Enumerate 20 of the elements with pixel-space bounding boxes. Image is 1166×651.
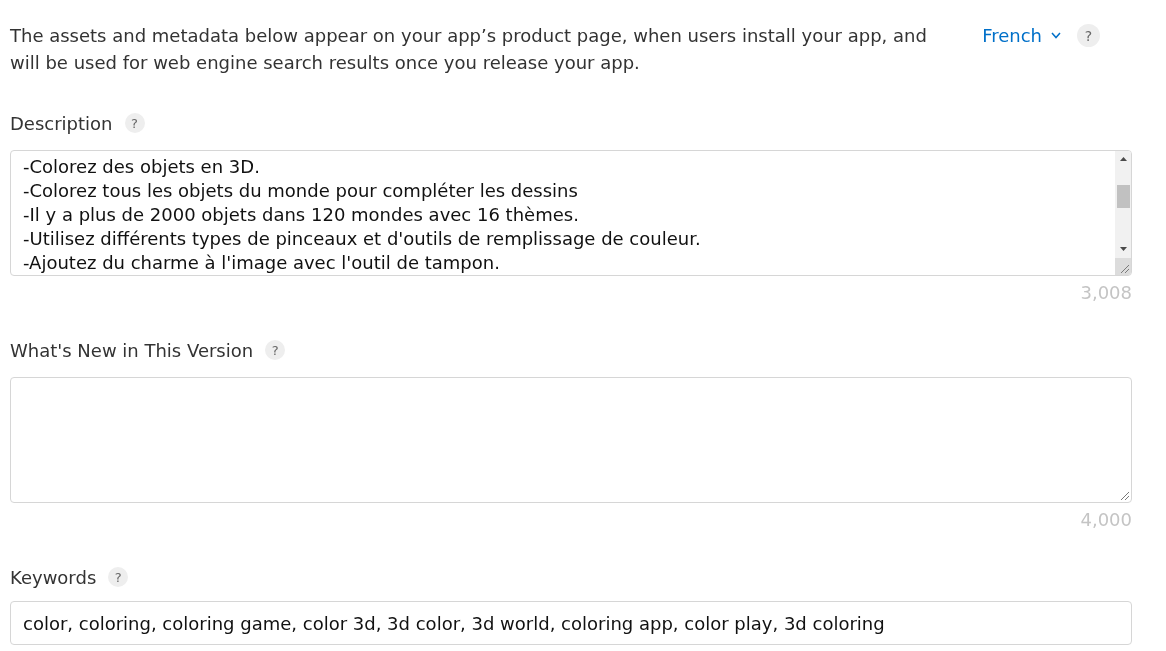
intro-text: The assets and metadata below appear on your app’s product page, when users install your app, and will be used for web engine search results once you release your app. xyxy=(10,24,928,75)
field-label: What's New in This Version xyxy=(10,339,254,361)
help-button[interactable]: ? xyxy=(108,567,129,587)
field-label: Keywords xyxy=(10,566,97,588)
scroll-up-icon xyxy=(1119,157,1127,161)
help-button[interactable]: ? xyxy=(124,113,145,133)
resize-grip-icon xyxy=(1115,258,1131,275)
character-count: 4,000 xyxy=(1079,510,1132,530)
help-button[interactable]: ? xyxy=(1077,24,1100,47)
character-count: 3,008 xyxy=(1079,283,1132,303)
field-label: Description xyxy=(10,112,113,134)
chevron-down-icon xyxy=(1051,32,1061,39)
input-field[interactable]: color, coloring, coloring game, color 3d, 3d color, 3d world, coloring app, color play, 3d coloring xyxy=(10,601,1132,645)
scroll-down-icon xyxy=(1119,247,1127,251)
language-dropdown[interactable]: French xyxy=(982,24,1061,47)
resize-grip-icon xyxy=(1120,491,1129,500)
help-button[interactable]: ? xyxy=(265,340,286,360)
scrollbar-thumb[interactable] xyxy=(1116,185,1130,208)
textarea-field[interactable] xyxy=(10,377,1132,503)
textarea-field[interactable]: -Colorez des objets en 3D. -Colorez tous les objets du monde pour compléter les dessins -Il y a plus de 2000 objets dans 120 mondes avec 16 thèmes. -Utilisez différents types de pinceaux et d'outils de remplissage de couleur. -Ajoutez du charme à l'image avec l'outil de tampon. xyxy=(10,150,1132,276)
